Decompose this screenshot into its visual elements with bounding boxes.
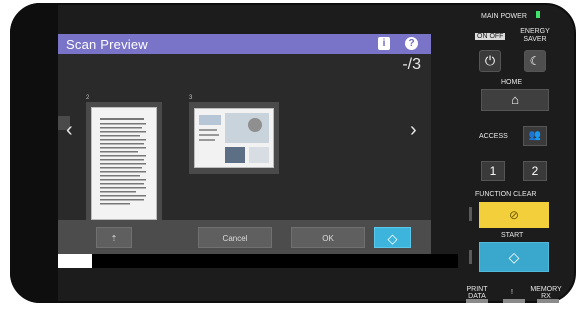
- ok-button[interactable]: OK: [291, 227, 365, 248]
- scroll-right-arrow-icon[interactable]: ›: [410, 120, 417, 140]
- start-label: START: [501, 232, 524, 239]
- home-button[interactable]: ⌂: [481, 89, 549, 111]
- preset-2-button[interactable]: 2: [523, 161, 547, 181]
- middle-indicator: [503, 299, 525, 303]
- left-bezel: [10, 3, 58, 303]
- print-data-indicator: [466, 299, 488, 303]
- page-counter: -/3: [402, 56, 421, 73]
- energy-saver-button[interactable]: ☾: [524, 50, 546, 72]
- help-icon[interactable]: ?: [405, 37, 418, 50]
- print-data-label: PRINT DATA: [466, 286, 488, 300]
- on-off-label: ON OFF: [475, 33, 506, 40]
- energy-saver-label: ENERGY SAVER: [520, 28, 550, 43]
- access-button[interactable]: 👥: [523, 126, 547, 146]
- side-notch: [469, 250, 472, 264]
- power-button[interactable]: ⏻: [479, 50, 501, 72]
- memory-rx-indicator: [537, 299, 559, 303]
- page-title: Scan Preview: [66, 37, 148, 52]
- control-panel: MAIN POWER ON OFF ENERGY SAVER ⏻ ☾ HOME …: [431, 3, 576, 303]
- memory-rx-label: MEMORY RX: [530, 286, 562, 300]
- start-button[interactable]: ◇: [374, 227, 411, 248]
- main-power-label: MAIN POWER: [481, 13, 527, 20]
- power-led-icon: [536, 11, 540, 18]
- preset-1-button[interactable]: 1: [481, 161, 505, 181]
- thumbnail-number: 2: [86, 95, 90, 101]
- title-bar: Scan Preview i ?: [58, 34, 431, 54]
- status-bar: [58, 254, 458, 268]
- home-label: HOME: [501, 79, 522, 86]
- touch-screen: Scan Preview i ? -/3 ‹ › 2 3 ⇡ Cancel OK…: [58, 34, 431, 268]
- thumbnail-number: 3: [189, 95, 193, 101]
- side-notch: [469, 207, 472, 221]
- start-key[interactable]: ◇: [479, 242, 549, 272]
- separator-label: !: [511, 289, 513, 296]
- access-label: ACCESS: [479, 133, 508, 140]
- rotate-button[interactable]: ⇡: [96, 227, 132, 248]
- scroll-left-arrow-icon[interactable]: ‹: [66, 120, 73, 140]
- document-text-image: [100, 118, 146, 205]
- function-clear-button[interactable]: ⊘: [479, 202, 549, 228]
- info-icon[interactable]: i: [378, 37, 390, 50]
- document-thumbnail[interactable]: [91, 107, 157, 220]
- preview-area: -/3 ‹ › 2 3: [58, 54, 431, 239]
- action-toolbar: ⇡ Cancel OK ◇: [58, 220, 431, 254]
- status-indicator: [58, 254, 92, 268]
- brochure-thumbnail[interactable]: [194, 108, 274, 168]
- function-clear-label: FUNCTION CLEAR: [475, 191, 537, 198]
- cancel-button[interactable]: Cancel: [198, 227, 272, 248]
- brochure-image: [195, 109, 273, 167]
